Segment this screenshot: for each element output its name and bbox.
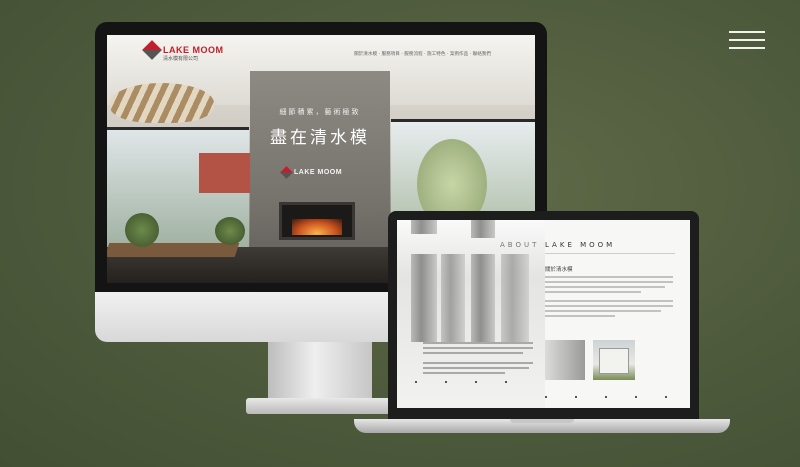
text-line: [423, 367, 529, 369]
text-line: [545, 300, 673, 302]
building: [599, 348, 629, 374]
site-nav: 關於清水模 · 服務項目 · 服務流程 · 施工特色 · 案例作品 · 聯絡我們: [354, 52, 491, 57]
potted-plant: [215, 217, 245, 245]
concrete-column: [501, 254, 529, 342]
text-line: [423, 372, 505, 374]
nav-item[interactable]: 案例作品: [450, 52, 468, 57]
concrete-column: [471, 254, 495, 342]
nav-item[interactable]: 關於清水模: [354, 52, 377, 57]
nav-item[interactable]: 服務項目: [381, 52, 399, 57]
text-line: [545, 276, 673, 278]
text-line: [545, 315, 615, 317]
text-line: [545, 281, 673, 283]
text-line: [423, 342, 533, 344]
pager-dot[interactable]: [505, 381, 507, 383]
nav-item[interactable]: 服務流程: [404, 52, 422, 57]
logo-text: LAKE MOOM: [163, 45, 224, 55]
concrete-column: [441, 254, 465, 342]
fireplace: [279, 202, 355, 240]
background-house: [199, 153, 255, 193]
site-header: LAKE MOOM 清水模有限公司 關於清水模 · 服務項目 · 服務流程 · …: [107, 35, 535, 65]
pendant-lamp: [110, 83, 214, 123]
text-line: [545, 291, 641, 293]
pager-dot[interactable]: [415, 381, 417, 383]
text-line: [545, 286, 665, 288]
pager-dot[interactable]: [605, 396, 607, 398]
concrete-column: [411, 254, 437, 342]
nav-item[interactable]: 聯絡我們: [473, 52, 491, 57]
hero-logo: LAKE MOOM: [280, 166, 343, 179]
divider: [545, 253, 675, 254]
brand-label: LAKE MOOM: [545, 241, 616, 249]
potted-plant: [125, 213, 159, 247]
hero-subtitle: 細節積累，藝術極致: [279, 108, 361, 116]
hero-title: 盡在清水模: [270, 128, 370, 148]
concrete-column: [471, 220, 495, 238]
text-line: [545, 305, 673, 307]
hero-logo-text: LAKE MOOM: [294, 169, 343, 176]
nav-item[interactable]: 施工特色: [427, 52, 445, 57]
dining-table: [107, 243, 240, 257]
text-line: [423, 347, 533, 349]
pager-dot[interactable]: [635, 396, 637, 398]
logo-diamond-icon: [142, 40, 162, 60]
fire: [292, 219, 342, 235]
pager-dot[interactable]: [545, 396, 547, 398]
logo-subtext: 清水模有限公司: [163, 56, 199, 62]
concrete-wall-photo: [545, 340, 585, 380]
laptop-screen: ABOUT LAKE MOOM 關於清水模: [397, 220, 690, 408]
pager-dot[interactable]: [445, 381, 447, 383]
text-line: [423, 352, 523, 354]
section-heading: 關於清水模: [545, 267, 573, 273]
text-line: [545, 310, 661, 312]
hamburger-menu-icon[interactable]: [729, 31, 765, 51]
pager-dot[interactable]: [575, 396, 577, 398]
pager-dot[interactable]: [665, 396, 667, 398]
logo-diamond-icon: [280, 166, 293, 179]
concrete-column: [411, 220, 437, 234]
building-photo: [593, 340, 635, 380]
text-line: [423, 362, 533, 364]
pager-dot[interactable]: [475, 381, 477, 383]
about-label: ABOUT: [500, 241, 540, 249]
monitor-stand-base: [246, 398, 394, 414]
laptop-notch: [510, 419, 574, 423]
